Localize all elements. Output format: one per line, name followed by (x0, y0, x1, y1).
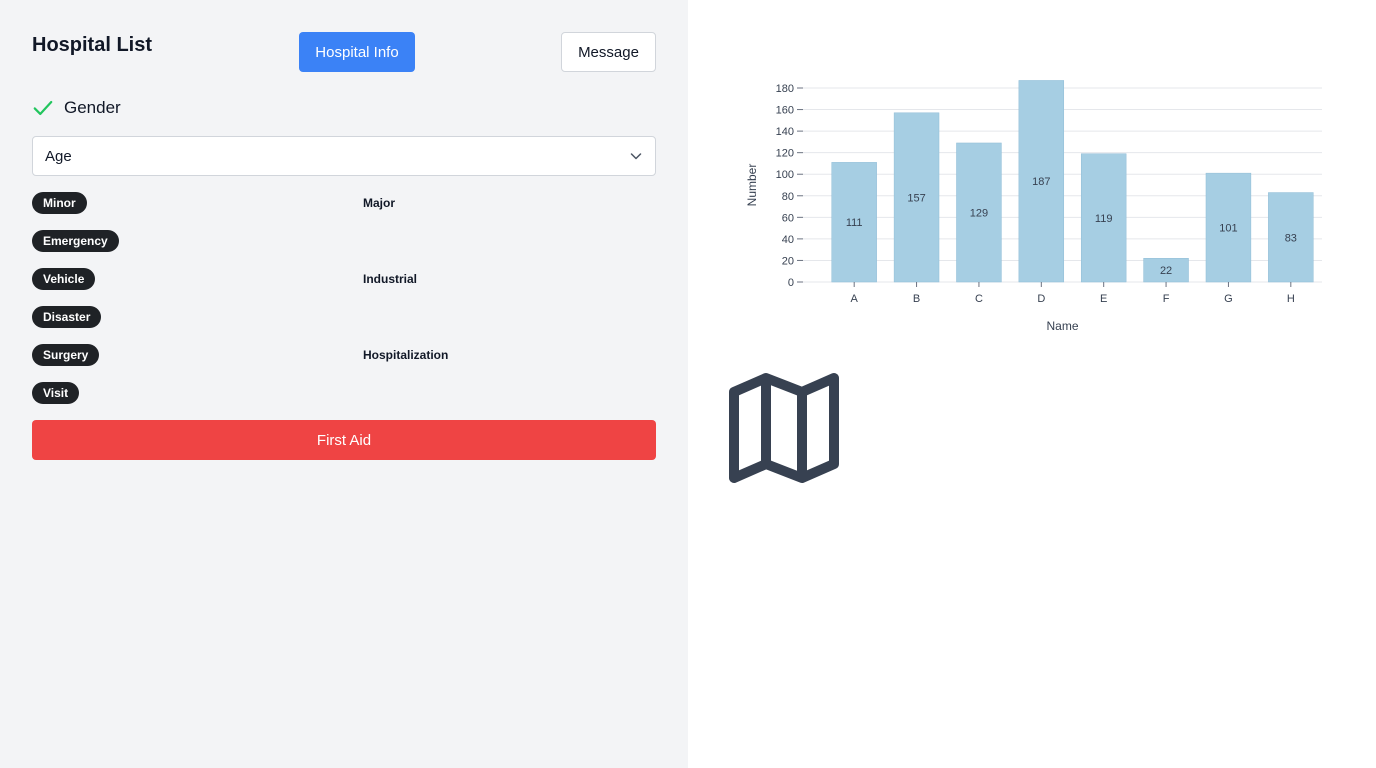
bar-chart: 0 20 40 60 80 100 120 140 160 180 111 A 157 B 129 C 187 D… (728, 70, 1328, 350)
data-label: 83 (1285, 232, 1297, 244)
age-select[interactable]: Age (32, 136, 656, 176)
hospital-info-button[interactable]: Hospital Info (299, 32, 415, 72)
x-tick-label: B (913, 293, 920, 305)
label-major: Major (363, 196, 396, 210)
y-tick-label: 140 (776, 126, 794, 138)
age-select-value: Age (45, 147, 72, 165)
label-hospitalization: Hospitalization (363, 348, 449, 362)
left-panel: Hospital List Hospital Info Message Gend… (0, 0, 688, 768)
bar-chart-svg: 0 20 40 60 80 100 120 140 160 180 111 A 157 B 129 C 187 D… (745, 80, 1322, 333)
x-tick-label: G (1224, 293, 1233, 305)
x-tick-label: D (1037, 293, 1045, 305)
tag-emergency[interactable]: Emergency (32, 230, 119, 252)
y-tick-label: 160 (776, 105, 794, 117)
data-label: 22 (1160, 265, 1172, 277)
y-tick-label: 60 (782, 212, 794, 224)
tag-surgery[interactable]: Surgery (32, 344, 100, 366)
tag-visit[interactable]: Visit (32, 382, 80, 404)
x-axis-label: Name (1046, 319, 1078, 333)
y-axis-label: Number (745, 164, 759, 207)
x-tick-label: A (851, 293, 859, 305)
gender-label: Gender (64, 98, 121, 117)
page-title: Hospital List (32, 34, 153, 56)
data-label: 129 (970, 207, 988, 219)
tag-disaster[interactable]: Disaster (32, 306, 102, 328)
label-industrial: Industrial (363, 272, 418, 286)
data-label: 119 (1095, 213, 1113, 225)
gender-checkbox[interactable]: Gender (32, 96, 121, 120)
y-tick-label: 20 (782, 255, 794, 267)
right-panel: 0 20 40 60 80 100 120 140 160 180 111 A 157 B 129 C 187 D… (688, 0, 1376, 768)
data-label: 101 (1219, 223, 1237, 235)
x-tick-label: C (975, 293, 983, 305)
tag-minor[interactable]: Minor (32, 192, 87, 214)
tag-vehicle[interactable]: Vehicle (32, 268, 96, 290)
check-icon (33, 100, 53, 116)
data-label: 111 (846, 217, 863, 229)
y-tick-label: 180 (776, 83, 794, 95)
message-button[interactable]: Message (561, 32, 656, 72)
x-tick-label: H (1287, 293, 1295, 305)
first-aid-button[interactable]: First Aid (32, 420, 656, 460)
data-label: 187 (1032, 176, 1050, 188)
chevron-down-icon (630, 153, 642, 160)
x-tick-label: F (1163, 293, 1170, 305)
y-tick-label: 100 (776, 169, 794, 181)
y-tick-label: 0 (788, 277, 794, 289)
data-label: 157 (907, 192, 925, 204)
y-tick-label: 120 (776, 148, 794, 160)
map-icon (729, 373, 839, 483)
y-tick-label: 40 (782, 234, 794, 246)
y-tick-label: 80 (782, 191, 794, 203)
x-tick-label: E (1100, 293, 1107, 305)
